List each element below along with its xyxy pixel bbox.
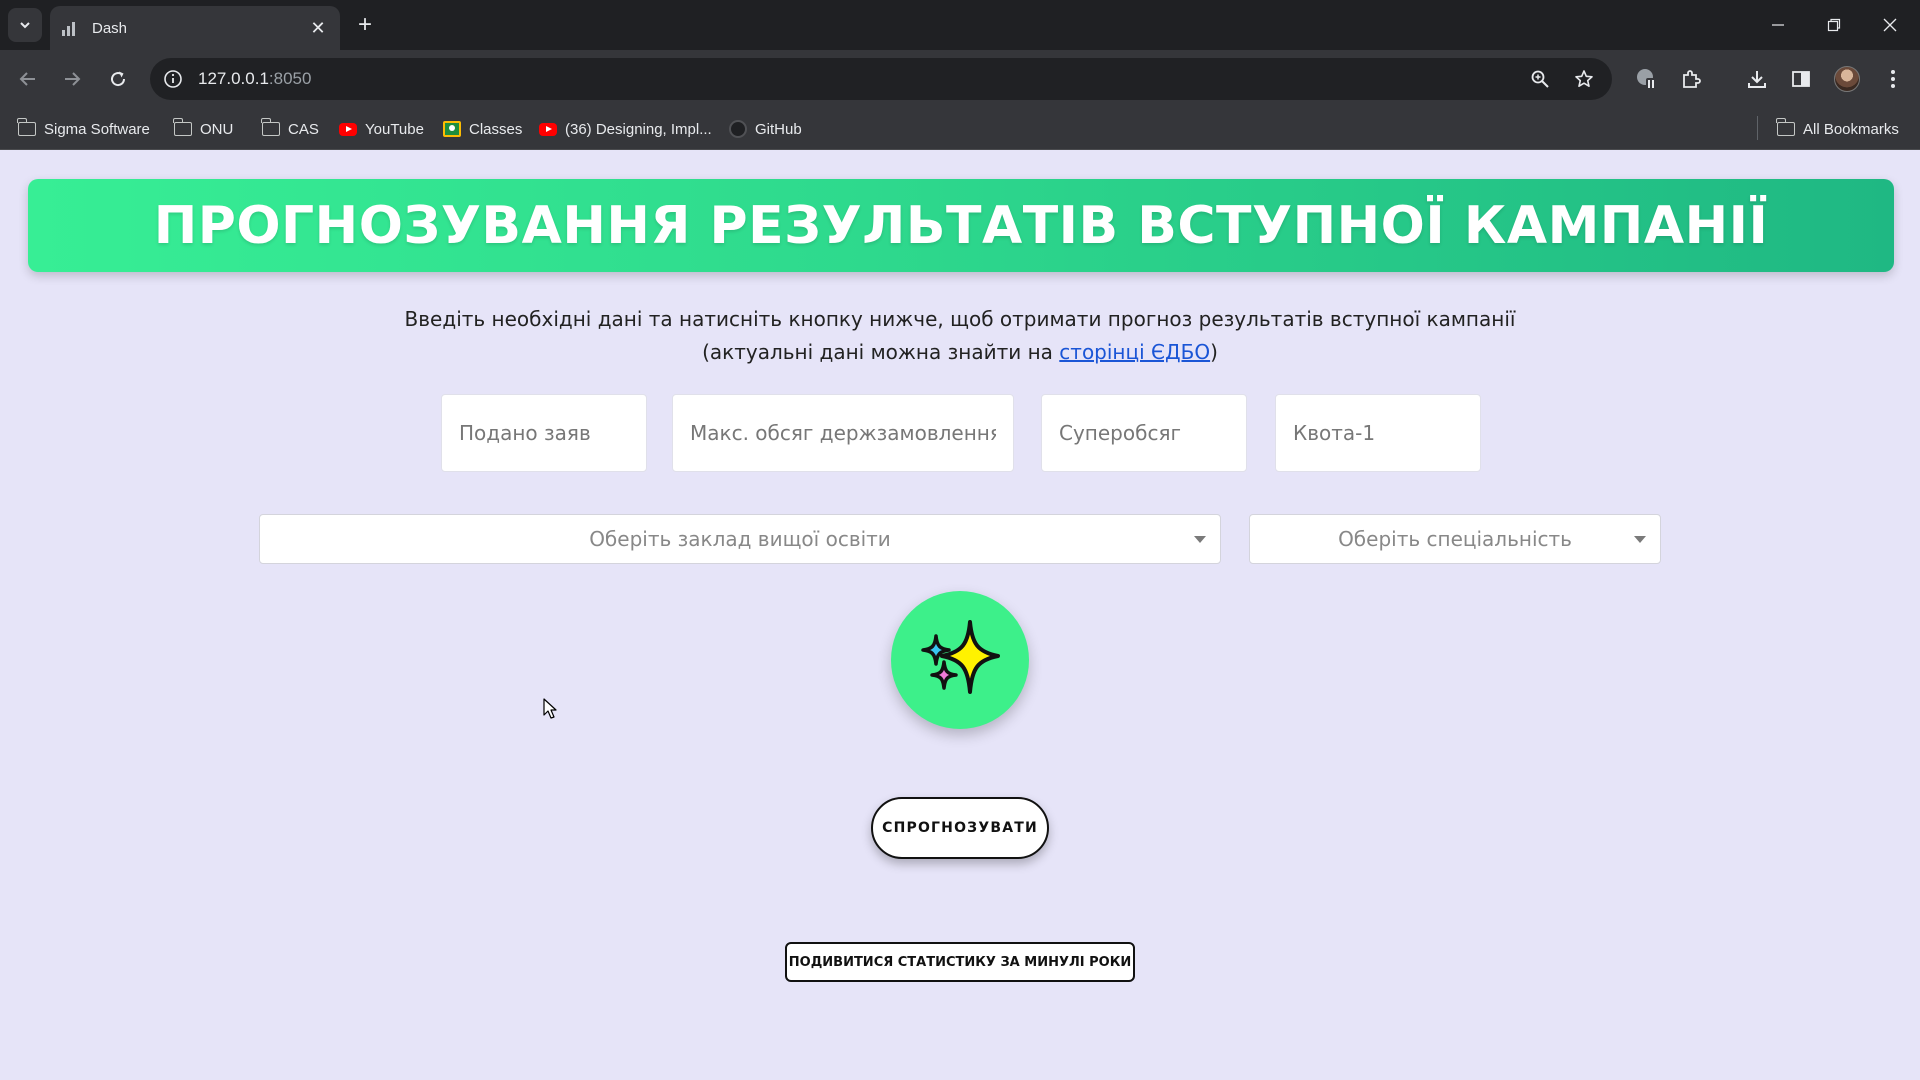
specialty-select-placeholder: Оберіть спеціальність <box>1338 527 1572 551</box>
folder-icon <box>261 118 280 136</box>
address-bar[interactable]: 127.0.0.1:8050 <box>150 58 1612 100</box>
bookmark-sigma-software[interactable]: Sigma Software <box>17 118 150 140</box>
intro-line-2-prefix: (актуальні дані можна знайти на <box>702 340 1060 364</box>
intro-line-2: (актуальні дані можна знайти на сторінці… <box>0 336 1920 369</box>
extensions-puzzle-icon[interactable] <box>1678 66 1704 92</box>
quota1-input[interactable] <box>1275 394 1481 472</box>
back-button[interactable] <box>14 65 42 93</box>
bookmark-label: (36) Designing, Impl... <box>565 120 712 138</box>
youtube-icon <box>339 122 357 136</box>
bookmark-classes[interactable]: Classes <box>443 118 522 140</box>
tab-close-icon[interactable]: ✕ <box>308 18 328 39</box>
intro-text: Введіть необхідні дані та натисніть кноп… <box>0 303 1920 369</box>
tab-search-button[interactable] <box>8 8 42 42</box>
bookmark-onu[interactable]: ONU <box>173 118 234 140</box>
bookmark-designing[interactable]: (36) Designing, Impl... <box>539 118 712 140</box>
dash-favicon-icon <box>62 20 78 36</box>
bookmark-label: CAS <box>288 120 319 138</box>
browser-tabstrip: Dash ✕ + <box>0 0 1920 50</box>
profile-avatar[interactable] <box>1834 66 1860 92</box>
max-state-order-input[interactable] <box>672 394 1014 472</box>
bookmark-label: Classes <box>469 120 523 138</box>
super-volume-input[interactable] <box>1041 394 1247 472</box>
bookmark-cas[interactable]: CAS <box>261 118 319 140</box>
minimize-icon <box>1772 24 1784 26</box>
bookmark-label: ONU <box>200 120 234 138</box>
github-icon <box>729 120 747 138</box>
reload-icon <box>111 71 126 87</box>
arrow-right-icon <box>65 72 81 86</box>
chevron-down-icon <box>1194 536 1206 543</box>
view-statistics-button[interactable]: ПОДИВИТИСЯ СТАТИСТИКУ ЗА МИНУЛІ РОКИ <box>785 942 1135 982</box>
chevron-down-icon <box>20 22 30 29</box>
folder-icon <box>1776 118 1795 136</box>
specialty-select[interactable]: Оберіть спеціальність <box>1249 514 1661 564</box>
header-banner: ПРОГНОЗУВАННЯ РЕЗУЛЬТАТІВ ВСТУПНОЇ КАМПА… <box>28 179 1894 272</box>
predict-button[interactable]: СПРОГНОЗУВАТИ <box>871 797 1049 859</box>
close-window-button[interactable] <box>1862 0 1918 50</box>
bookmark-label: YouTube <box>365 120 424 138</box>
extension-status-icon[interactable] <box>1634 66 1660 92</box>
sparkles-icon <box>891 591 1029 729</box>
minimize-button[interactable] <box>1750 0 1806 50</box>
all-bookmarks-button[interactable]: All Bookmarks <box>1776 118 1899 140</box>
institution-select-placeholder: Оберіть заклад вищої освіти <box>589 527 891 551</box>
mouse-cursor-icon <box>543 698 557 719</box>
edbo-link[interactable]: сторінці ЄДБО <box>1059 340 1210 364</box>
intro-line-1: Введіть необхідні дані та натисніть кноп… <box>404 307 1516 331</box>
folder-icon <box>17 118 36 136</box>
intro-line-2-suffix: ) <box>1210 340 1218 364</box>
youtube-icon <box>539 122 557 136</box>
classroom-icon <box>443 121 461 137</box>
side-panel-icon[interactable] <box>1788 66 1814 92</box>
forward-button[interactable] <box>58 65 86 93</box>
bookmarks-divider <box>1757 116 1758 140</box>
reload-button[interactable] <box>104 65 132 93</box>
applications-input[interactable] <box>441 394 647 472</box>
browser-tab[interactable]: Dash ✕ <box>50 6 340 50</box>
institution-select[interactable]: Оберіть заклад вищої освіти <box>259 514 1221 564</box>
arrow-left-icon <box>19 72 35 86</box>
close-icon <box>1883 18 1897 32</box>
zoom-icon[interactable] <box>1528 67 1552 91</box>
folder-icon <box>173 118 192 136</box>
page-content: ПРОГНОЗУВАННЯ РЕЗУЛЬТАТІВ ВСТУПНОЇ КАМПА… <box>0 150 1920 1080</box>
restore-icon <box>1827 18 1841 32</box>
bookmark-youtube[interactable]: YouTube <box>339 118 424 140</box>
browser-toolbar: 127.0.0.1:8050 <box>0 50 1920 108</box>
site-info-icon[interactable] <box>162 68 184 90</box>
new-tab-button[interactable]: + <box>352 12 378 38</box>
bookmark-github[interactable]: GitHub <box>729 118 802 140</box>
download-icon[interactable] <box>1744 66 1770 92</box>
all-bookmarks-label: All Bookmarks <box>1803 120 1899 138</box>
bookmarks-bar: Sigma Software ONU CAS YouTube Classes (… <box>0 108 1920 150</box>
chevron-down-icon <box>1634 536 1646 543</box>
menu-kebab-icon[interactable] <box>1880 66 1906 92</box>
bookmark-label: GitHub <box>755 120 802 138</box>
restore-button[interactable] <box>1806 0 1862 50</box>
bookmark-star-icon[interactable] <box>1572 67 1596 91</box>
url-text: 127.0.0.1:8050 <box>198 69 312 88</box>
bookmark-label: Sigma Software <box>44 120 150 138</box>
tab-title: Dash <box>92 19 128 37</box>
page-title: ПРОГНОЗУВАННЯ РЕЗУЛЬТАТІВ ВСТУПНОЇ КАМПА… <box>153 195 1769 256</box>
